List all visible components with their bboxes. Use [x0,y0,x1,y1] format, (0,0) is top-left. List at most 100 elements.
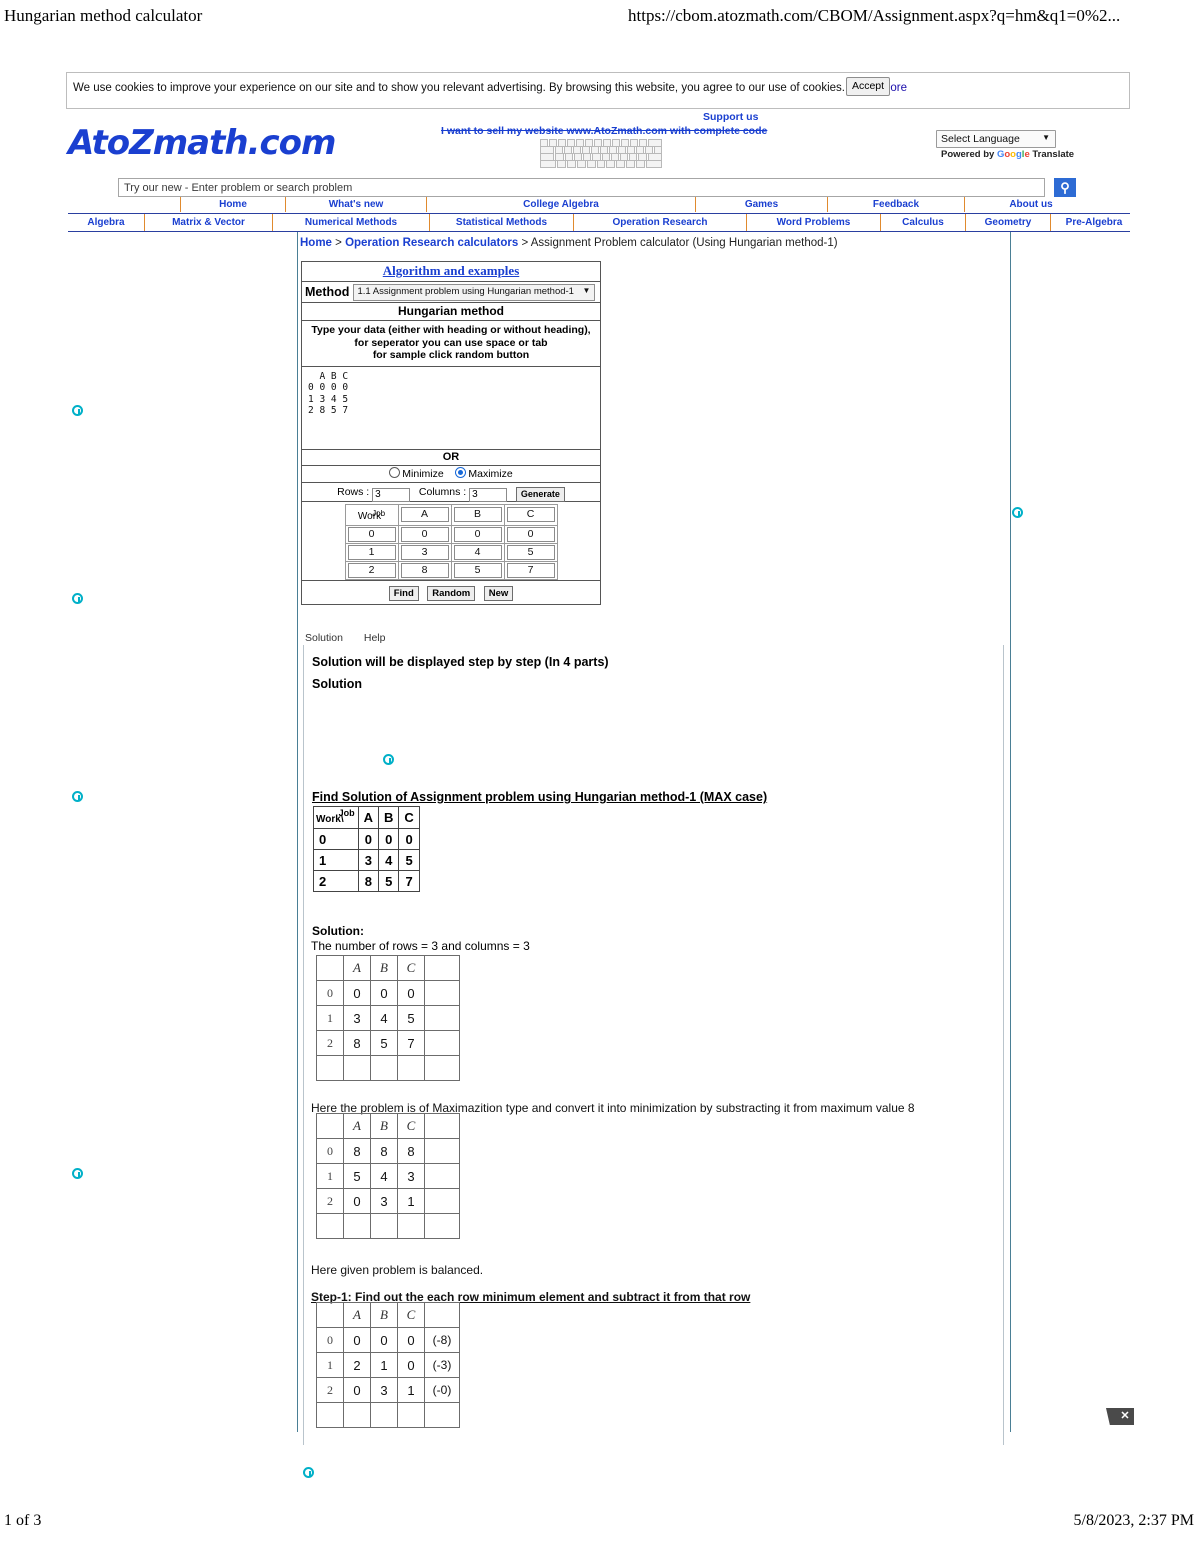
site-logo[interactable]: AtoZmath.com [68,123,336,163]
support-us-link[interactable]: Support us [703,111,758,123]
rows-input[interactable]: 3 [372,487,411,502]
language-select[interactable]: Select Language ▼ [936,130,1056,148]
nav-secondary-operation-research[interactable]: Operation Research [574,214,747,231]
grid-input-2-1[interactable]: 5 [453,562,502,578]
search-icon[interactable]: ⚲ [1054,178,1076,197]
grid-input-0-2[interactable]: 0 [506,526,555,542]
table-row: 2 0 3 1 [316,1188,460,1214]
breadcrumb-current: Assignment Problem calculator (Using Hun… [530,237,838,249]
nav-secondary-pre-algebra[interactable]: Pre-Algebra [1051,214,1137,231]
problem-row-label-2: 2 [313,870,359,892]
col-header-input-b[interactable]: B [453,507,502,522]
nav-primary-about-us[interactable]: About us [965,197,1097,212]
row-header-input-2[interactable]: 2 [347,562,396,578]
nav-primary-college-algebra[interactable]: College Algebra [427,197,696,212]
minimize-radio[interactable] [389,466,401,478]
matrix1-cell-1-2: 5 [397,1005,425,1031]
maximize-radio[interactable] [455,466,467,478]
nav-secondary-numerical-methods[interactable]: Numerical Methods [273,214,430,231]
info-icon[interactable] [72,593,83,604]
nav-secondary-matrix-vector[interactable]: Matrix & Vector [145,214,273,231]
nav-secondary-geometry[interactable]: Geometry [966,214,1051,231]
columns-input[interactable]: 3 [469,487,508,502]
search-placeholder: Try our new - Enter problem or search pr… [124,182,353,194]
nav-secondary-calculus[interactable]: Calculus [881,214,966,231]
breadcrumb-category[interactable]: Operation Research calculators [345,237,518,249]
info-icon[interactable] [383,754,394,765]
tab-help[interactable]: Help [364,632,386,644]
new-button[interactable]: New [483,585,514,601]
table-row: 1 3 4 5 [344,542,558,562]
maximize-radio-group[interactable]: Maximize [455,466,513,480]
info-icon[interactable] [72,1168,83,1179]
method-select[interactable]: 1.1 Assignment problem using Hungarian m… [353,283,596,301]
col-header-input-a[interactable]: A [400,507,449,522]
row-header-input-0[interactable]: 0 [347,526,396,542]
problem-col-c: C [398,806,420,829]
close-icon[interactable]: ✕ [1116,1408,1134,1425]
input-grid: Work Job A B C 0 0 0 0 1 3 4 5 2 8 5 7 [344,503,558,580]
algorithm-and-examples-link[interactable]: Algorithm and examples [383,263,520,278]
table-row: 1 5 4 3 [316,1163,460,1189]
matrix2-cell-1-2: 3 [397,1163,425,1189]
matrix1-footer-1 [343,1055,371,1081]
matrix2-cell-0-0: 8 [343,1138,371,1164]
info-icon[interactable] [72,791,83,802]
grid-input-1-2[interactable]: 5 [506,544,555,560]
nav-secondary-algebra[interactable]: Algebra [68,214,145,231]
search-input[interactable]: Try our new - Enter problem or search pr… [118,178,1045,197]
col-header-input-c[interactable]: C [506,507,555,522]
problem-cell-2-2: 7 [398,870,420,892]
breadcrumb-home[interactable]: Home [300,237,332,249]
grid-input-2-0[interactable]: 8 [400,562,449,578]
matrix2-cell-2-1: 3 [370,1188,398,1214]
problem-col-b: B [377,806,400,829]
matrix1-cell-0-2: 0 [397,980,425,1006]
virtual-keyboard-image[interactable] [540,139,663,169]
data-textarea[interactable]: A B C 0 0 0 0 1 3 4 5 2 8 5 7 [302,367,600,450]
ad-close-widget[interactable]: ✕ [1106,1408,1134,1425]
info-icon[interactable] [303,1467,314,1478]
nav-primary-games[interactable]: Games [696,197,828,212]
row-header-input-1[interactable]: 1 [347,544,396,560]
minimize-radio-group[interactable]: Minimize [389,466,444,480]
tab-solution[interactable]: Solution [305,632,343,644]
problem-table-header-row: Work\ Job A B C [313,806,420,829]
grid-input-1-1[interactable]: 4 [453,544,502,560]
chevron-down-icon: ▼ [582,285,591,295]
grid-input-0-1[interactable]: 0 [453,526,502,542]
problem-row-label-0: 0 [313,828,359,850]
matrix3-footer-3 [397,1402,425,1428]
info-icon[interactable] [72,405,83,416]
find-button[interactable]: Find [388,585,419,601]
random-button[interactable]: Random [427,585,476,601]
sell-website-link[interactable]: I want to sell my website www.AtoZmath.c… [441,125,767,137]
matrix1-cell-2-1: 5 [370,1030,398,1056]
matrix3-cell-1-2: 0 [397,1352,425,1378]
secondary-nav: Algebra Matrix & Vector Numerical Methods S… [68,213,1130,232]
job-label: Job [372,508,386,518]
nav-primary-home[interactable]: Home [181,197,286,212]
nav-secondary-word-problems[interactable]: Word Problems [747,214,881,231]
print-header: Hungarian method calculator https://cbom… [0,0,1200,36]
grid-input-2-2[interactable]: 7 [506,562,555,578]
grid-input-0-0[interactable]: 0 [400,526,449,542]
info-icon[interactable] [1012,507,1023,518]
generate-button[interactable]: Generate [515,486,565,502]
grid-input-1-0[interactable]: 3 [400,544,449,560]
matrix3-row-label-0: 0 [316,1327,344,1353]
nav-secondary-statistical-methods[interactable]: Statistical Methods [430,214,574,231]
cookie-accept-button[interactable]: Accept [846,77,890,96]
nav-primary-what-s-new[interactable]: What's new [286,197,427,212]
matrix3-cell-2-1: 3 [370,1377,398,1403]
cookie-text: We use cookies to improve your experienc… [73,82,907,94]
matrix1-note-2 [424,1030,460,1056]
table-row [316,1055,460,1081]
solution-tabs: Solution Help [305,632,403,644]
matrix2-cell-0-2: 8 [397,1138,425,1164]
matrix3-note-2: (-0) [424,1377,460,1403]
nav-primary-feedback[interactable]: Feedback [828,197,965,212]
table-row: 1 3 4 5 [313,849,420,871]
problem-cell-1-1: 4 [377,849,400,871]
problem-cell-1-2: 5 [398,849,420,871]
